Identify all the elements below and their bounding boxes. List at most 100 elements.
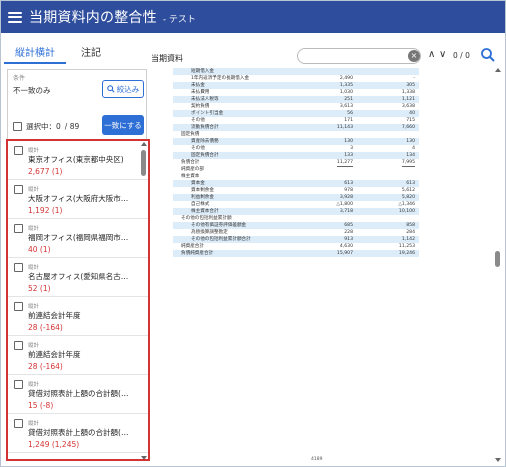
row-value-current: 5,820 <box>401 195 415 200</box>
item-type-label: 縦計 <box>28 343 40 349</box>
list-scrollbar[interactable] <box>140 142 147 459</box>
condition-value[interactable]: 不一致のみ <box>13 85 51 96</box>
list-item[interactable]: 縦計 福岡オフィス(福岡県福岡市博... 40 (1) <box>8 219 148 258</box>
row-value-current: 134 <box>406 153 415 158</box>
tab-vertical-horizontal-total[interactable]: 縦計横計 <box>4 34 66 64</box>
item-name: 東京オフィス(東京都中央区) <box>28 155 124 164</box>
list-container: 縦計 東京オフィス(東京都中央区) 2,677 (1) 縦計 大阪オフィス(大阪府大阪市… <box>8 141 148 453</box>
document-scrollbar[interactable] <box>494 68 502 462</box>
row-value-current: 1,121 <box>401 97 415 102</box>
row-label: 負債純資産合計 <box>181 251 214 256</box>
row-label: 契約負債 <box>191 104 210 109</box>
item-value: 28 (-164) <box>28 362 63 371</box>
document-row: 未払費用 1,030 1,338 <box>173 89 419 96</box>
list-item[interactable]: 縦計 貸借対照表計上額の合計額(百... 1,249 (1,245) <box>8 414 148 453</box>
item-value: 52 (1) <box>28 284 51 293</box>
item-name: 名古屋オフィス(愛知県名古屋... <box>28 272 134 281</box>
item-checkbox[interactable] <box>14 380 23 389</box>
tab-notes[interactable]: 注記 <box>66 34 116 64</box>
item-checkbox[interactable] <box>14 224 23 233</box>
document-row: 負債合計 11,277 7,995 <box>173 159 419 167</box>
row-label: 固定負債合計 <box>191 153 219 158</box>
document-row: その他の包括利益累計額合計 913 1,142 <box>173 236 419 243</box>
document-row: その他の包括利益累計額 <box>173 215 419 222</box>
match-count: 0 / 0 <box>453 51 470 60</box>
row-value-prior: 15,907 <box>336 251 353 256</box>
document-row: 未払金 1,335 305 <box>173 82 419 89</box>
mark-matched-button[interactable]: 一致にする <box>102 115 144 135</box>
list-item[interactable]: 縦計 前連結会計年度 28 (-164) <box>8 336 148 375</box>
clear-icon[interactable]: × <box>408 50 420 62</box>
row-value-current: 10,100 <box>398 209 415 214</box>
scroll-thumb[interactable] <box>141 150 146 176</box>
item-value: 28 (-164) <box>28 323 63 332</box>
row-value-prior: 3,718 <box>339 209 353 214</box>
row-label: 未払費用 <box>191 90 210 95</box>
item-name: 貸借対照表計上額の合計額(百... <box>28 428 134 437</box>
document-search: × ∧ ∨ 0 / 0 <box>297 48 497 64</box>
document-row: その他 171 715 <box>173 117 419 125</box>
search-icon[interactable] <box>480 47 496 63</box>
document-row: 為替換算調整勘定 228 284 <box>173 229 419 237</box>
list-item[interactable]: 縦計 前連結会計年度 28 (-164) <box>8 297 148 336</box>
document-row: 1年内返済予定の長期借入金 2,490 - <box>173 75 419 82</box>
row-label: 固定負債 <box>181 132 200 137</box>
document-row: 固定負債 <box>173 131 419 138</box>
app-header: 当期資料内の整合性 - テスト <box>1 1 505 33</box>
scroll-down-arrow-icon[interactable] <box>141 456 147 459</box>
document-row: 未払法人税等 251 1,121 <box>173 96 419 103</box>
narrow-button[interactable]: 絞込み <box>102 80 144 98</box>
selection-row: 選択中：0 / 89 <box>13 121 79 132</box>
row-value-current: 7,660 <box>401 125 415 130</box>
row-label: 自己株式 <box>191 202 210 207</box>
row-value-prior: 3,613 <box>339 104 353 109</box>
item-checkbox[interactable] <box>14 263 23 272</box>
item-value: 15 (-8) <box>28 401 54 410</box>
row-label: 負債合計 <box>181 160 200 165</box>
list-item[interactable]: 縦計 東京オフィス(東京都中央区) 2,677 (1) <box>8 141 148 180</box>
next-match-icon[interactable]: ∨ <box>439 49 446 60</box>
item-checkbox[interactable] <box>14 341 23 350</box>
scroll-thumb[interactable] <box>495 251 500 267</box>
document-label: 当期資料 <box>151 54 183 63</box>
document-row: 負債純資産合計 15,907 19,246 <box>173 250 419 257</box>
document-row: その他 3 4 <box>173 145 419 153</box>
document-row: 資本金 613 613 <box>173 180 419 187</box>
select-all-checkbox[interactable] <box>13 122 22 131</box>
search-icon <box>106 85 115 93</box>
item-checkbox[interactable] <box>14 146 23 155</box>
item-checkbox[interactable] <box>14 185 23 194</box>
row-label: 1年内返済予定の長期借入金 <box>191 76 250 81</box>
item-checkbox[interactable] <box>14 419 23 428</box>
row-value-prior: 251 <box>344 97 353 102</box>
scroll-up-arrow-icon[interactable] <box>141 142 147 146</box>
item-value: 40 (1) <box>28 245 51 254</box>
item-type-label: 縦計 <box>28 421 40 427</box>
row-label: 流動負債合計 <box>191 125 219 130</box>
page-title: 当期資料内の整合性 <box>29 10 157 26</box>
row-label: その他 <box>191 146 205 151</box>
row-label: 為替換算調整勘定 <box>191 230 228 235</box>
row-label: 株主資本合計 <box>191 209 219 214</box>
row-value-prior: 613 <box>344 181 353 186</box>
item-name: 福岡オフィス(福岡県福岡市博... <box>28 233 134 242</box>
document-row: その他有価証券評価差額金 685 858 <box>173 222 419 229</box>
list-item[interactable]: 縦計 大阪オフィス(大阪府大阪市北区) 1,192 (1) <box>8 180 148 219</box>
condition-label: 条件 <box>13 75 26 82</box>
item-type-label: 縦計 <box>28 226 40 232</box>
list-item[interactable]: 縦計 貸借対照表計上額の合計額(百... 15 (-8) <box>8 375 148 414</box>
row-label: ポイント引当金 <box>191 111 224 116</box>
scroll-up-arrow-icon[interactable] <box>495 68 501 72</box>
list-item[interactable]: 縦計 名古屋オフィス(愛知県名古屋... 52 (1) <box>8 258 148 297</box>
row-value-current: 613 <box>406 181 415 186</box>
row-label: 短期借入金 <box>191 69 214 74</box>
item-value: 1,249 (1,245) <box>28 440 80 449</box>
search-input[interactable] <box>297 48 421 64</box>
menu-icon[interactable] <box>8 11 22 23</box>
row-value-current: 1,338 <box>401 90 415 95</box>
row-value-prior: 2,490 <box>339 76 353 81</box>
scroll-down-arrow-icon[interactable] <box>495 458 501 462</box>
item-checkbox[interactable] <box>14 302 23 311</box>
item-type-label: 縦計 <box>28 187 40 193</box>
previous-match-icon[interactable]: ∧ <box>428 49 435 60</box>
